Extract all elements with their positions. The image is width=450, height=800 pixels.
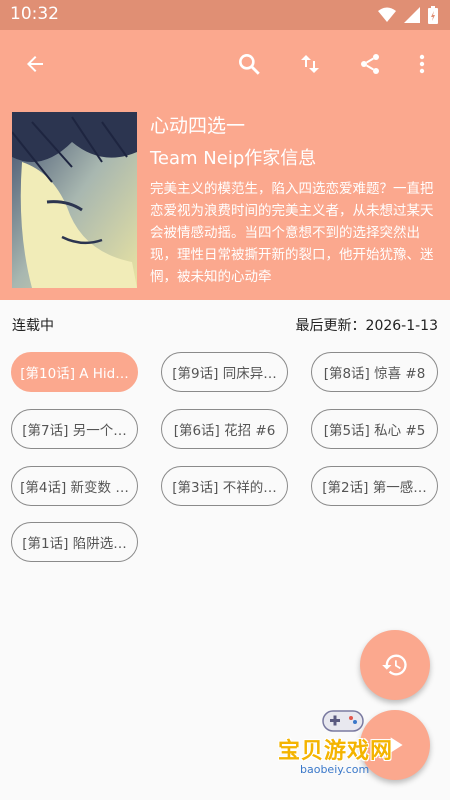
search-button[interactable] — [231, 46, 267, 82]
meta-row: 连载中 最后更新：2026-1-13 — [0, 300, 450, 346]
search-icon — [239, 54, 260, 75]
share-icon — [361, 54, 379, 74]
signal-icon — [404, 7, 420, 23]
arrow-left-icon — [27, 56, 43, 72]
cover-illustration — [12, 112, 137, 288]
chapter-button[interactable]: [第10话] A Hid… — [11, 352, 138, 392]
comic-info: 心动四选一 Team Neip作家信息 完美主义的模范生，陷入四选恋爱难题？一直… — [150, 112, 442, 284]
more-vertical-icon — [419, 54, 425, 74]
sort-button[interactable] — [292, 46, 328, 82]
status-icons — [378, 6, 438, 24]
gamepad-icon — [322, 710, 364, 732]
last-update-date: 2026-1-13 — [365, 318, 438, 334]
chapter-button[interactable]: [第5话] 私心 #5 — [311, 409, 438, 449]
chapter-button[interactable]: [第8话] 惊喜 #8 — [311, 352, 438, 392]
watermark-url: baobeiy.com — [300, 763, 370, 776]
chapter-button[interactable]: [第7话] 另一个… — [11, 409, 138, 449]
share-button[interactable] — [352, 46, 388, 82]
serial-status: 连载中 — [12, 318, 54, 334]
header: 心动四选一 Team Neip作家信息 完美主义的模范生，陷入四选恋爱难题？一直… — [0, 30, 450, 300]
last-update: 最后更新：2026-1-13 — [296, 315, 438, 335]
status-time: 10:32 — [10, 4, 59, 24]
comic-author[interactable]: Team Neip作家信息 — [150, 146, 442, 172]
wifi-icon — [378, 7, 396, 22]
watermark-text: 宝贝游戏网 — [278, 739, 394, 764]
swap-vertical-icon — [301, 55, 319, 73]
chapter-button[interactable]: [第9话] 同床异… — [161, 352, 288, 392]
comic-description[interactable]: 完美主义的模范生，陷入四选恋爱难题？一直把恋爱视为浪费时间的完美主义者，从未想过… — [150, 178, 442, 284]
back-button[interactable] — [17, 46, 53, 82]
history-fab[interactable] — [360, 630, 430, 700]
chapter-button[interactable]: [第3话] 不祥的… — [161, 466, 288, 506]
battery-icon — [428, 6, 438, 24]
comic-cover[interactable] — [12, 112, 137, 288]
history-icon — [382, 654, 407, 676]
status-bar: 10:32 — [0, 0, 450, 30]
chapter-button[interactable]: [第2话] 第一感… — [311, 466, 438, 506]
chapter-button[interactable]: [第1话] 陷阱选… — [11, 522, 138, 562]
chapter-button[interactable]: [第4话] 新变数 … — [11, 466, 138, 506]
watermark: 宝贝游戏网 baobeiy.com — [270, 705, 420, 785]
chapter-button[interactable]: [第6话] 花招 #6 — [161, 409, 288, 449]
more-button[interactable] — [404, 46, 440, 82]
last-update-label: 最后更新： — [295, 318, 366, 334]
comic-title: 心动四选一 — [150, 115, 246, 137]
